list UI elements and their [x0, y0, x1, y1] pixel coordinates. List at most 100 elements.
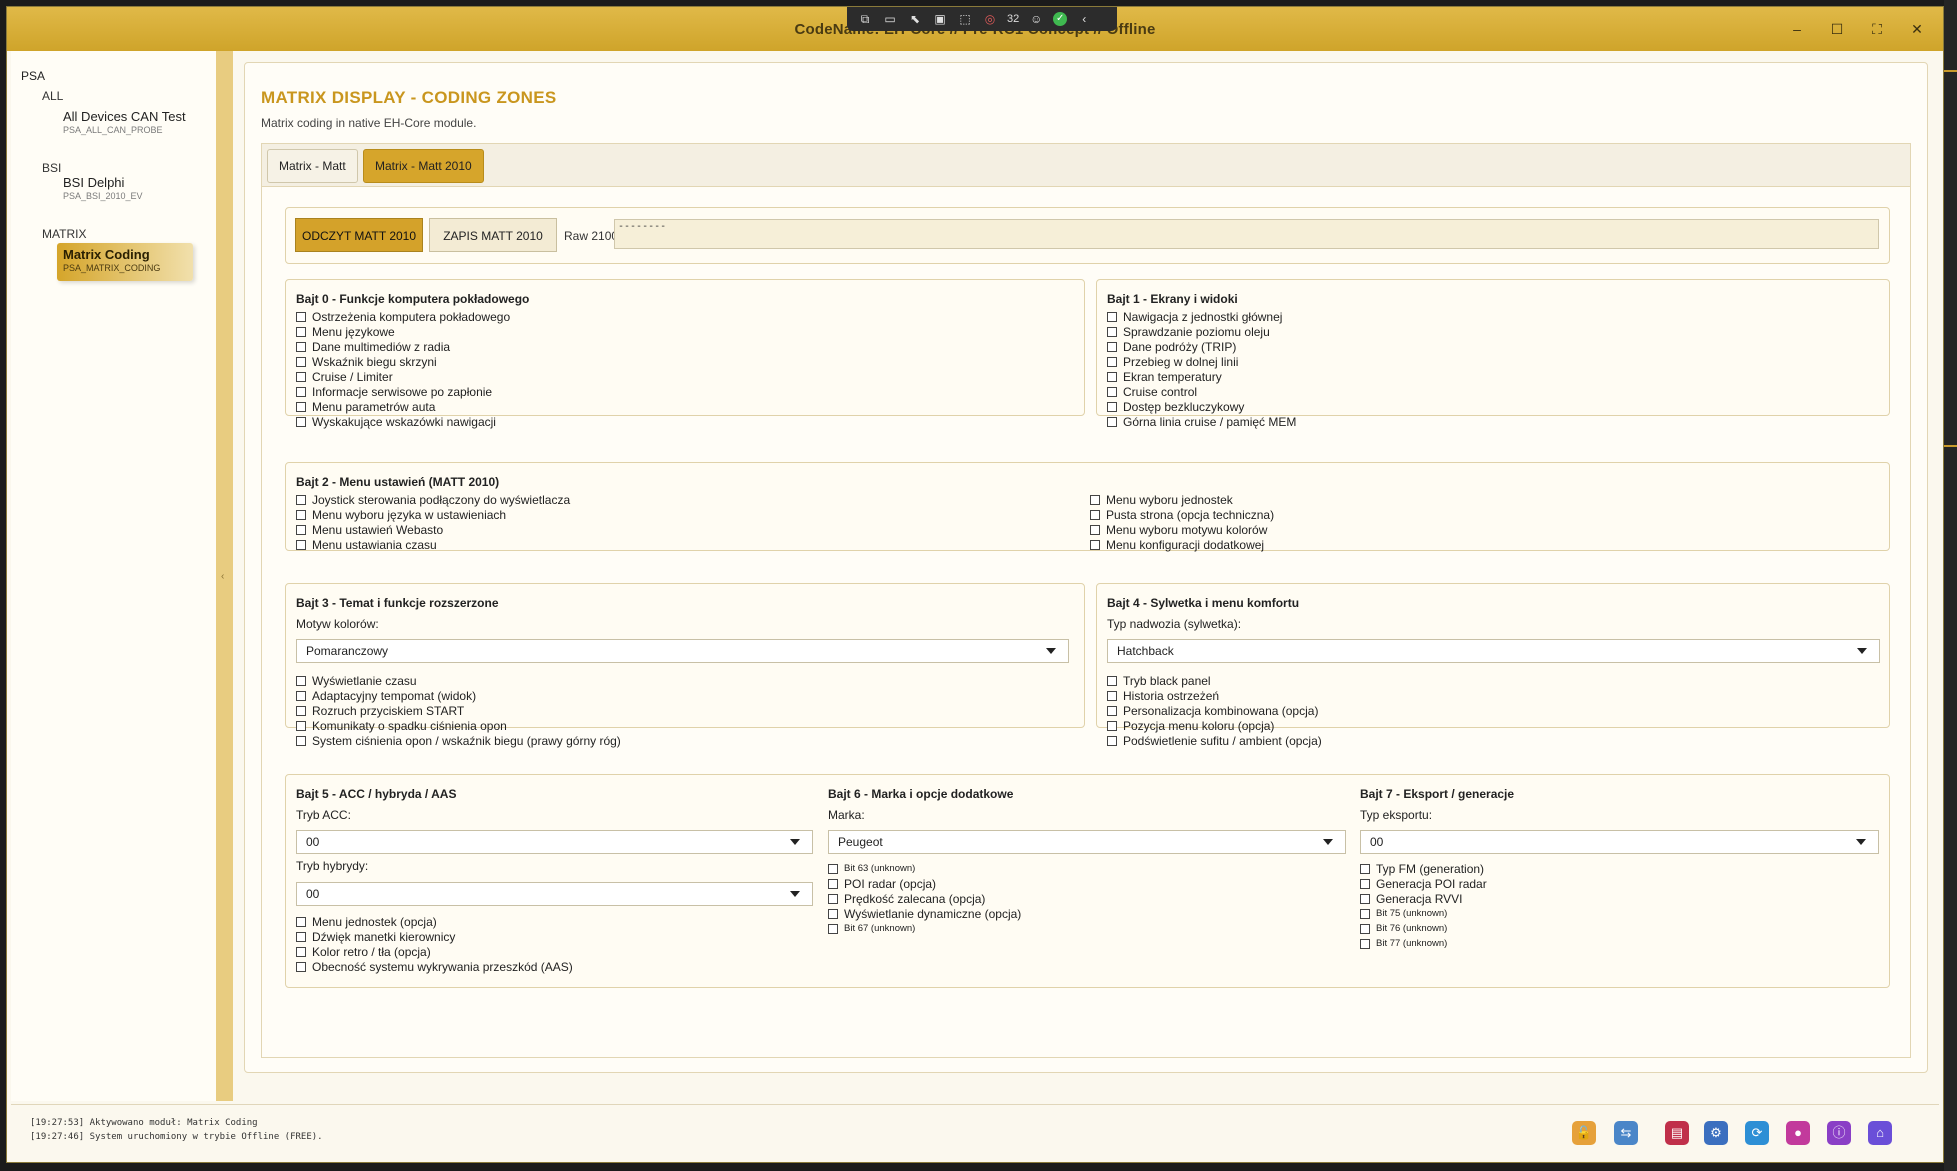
- fullscreen-button[interactable]: ⛶: [1857, 13, 1897, 45]
- byte1-checkbox-row[interactable]: Górna linia cruise / pamięć MEM: [1107, 414, 1296, 429]
- checkbox[interactable]: [1107, 401, 1117, 412]
- checkbox[interactable]: [296, 356, 306, 367]
- hybrid-mode-select[interactable]: 00: [296, 882, 813, 906]
- byte1-checkbox-row[interactable]: Przebieg w dolnej linii: [1107, 354, 1238, 369]
- sidebar-item-bsi-delphi[interactable]: BSI Delphi PSA_BSI_2010_EV: [57, 171, 193, 209]
- tab-matrix-matt-2010[interactable]: Matrix - Matt 2010: [363, 149, 484, 183]
- byte3-checkbox-row[interactable]: Wyświetlanie czasu: [296, 673, 417, 688]
- checkbox[interactable]: [1360, 893, 1370, 904]
- byte3-checkbox-row[interactable]: Rozruch przyciskiem START: [296, 703, 464, 718]
- maximize-button[interactable]: ☐: [1817, 13, 1857, 45]
- checkbox[interactable]: [1360, 908, 1370, 919]
- checkbox[interactable]: [828, 923, 838, 934]
- network-icon[interactable]: ⇆: [1614, 1121, 1638, 1145]
- checkbox[interactable]: [1107, 311, 1117, 322]
- byte3-checkbox-row[interactable]: Komunikaty o spadku ciśnienia opon: [296, 718, 507, 733]
- byte0-checkbox-row[interactable]: Menu językowe: [296, 324, 395, 339]
- pointer-icon[interactable]: ⬉: [907, 12, 923, 26]
- byte1-checkbox-row[interactable]: Cruise control: [1107, 384, 1197, 399]
- sidebar-root-psa[interactable]: PSA: [21, 69, 45, 83]
- byte6-checkbox-row[interactable]: Bit 63 (unknown): [828, 861, 915, 876]
- byte1-checkbox-row[interactable]: Ekran temperatury: [1107, 369, 1222, 384]
- byte0-checkbox-row[interactable]: Ostrzeżenia komputera pokładowego: [296, 309, 510, 324]
- checkbox[interactable]: [1360, 878, 1370, 889]
- checkbox[interactable]: [1090, 509, 1100, 520]
- byte3-checkbox-row[interactable]: Adaptacyjny tempomat (widok): [296, 688, 476, 703]
- byte2-checkbox-row[interactable]: Pusta strona (opcja techniczna): [1090, 507, 1274, 522]
- byte4-checkbox-row[interactable]: Podświetlenie sufitu / ambient (opcja): [1107, 733, 1322, 748]
- checkbox[interactable]: [1107, 326, 1117, 337]
- body-type-select[interactable]: Hatchback: [1107, 639, 1880, 663]
- byte1-checkbox-row[interactable]: Nawigacja z jednostki głównej: [1107, 309, 1282, 324]
- byte2-checkbox-row[interactable]: Menu konfiguracji dodatkowej: [1090, 537, 1264, 552]
- byte0-checkbox-row[interactable]: Informacje serwisowe po zapłonie: [296, 384, 492, 399]
- byte4-checkbox-row[interactable]: Personalizacja kombinowana (opcja): [1107, 703, 1318, 718]
- byte3-checkbox-row[interactable]: System ciśnienia opon / wskaźnik biegu (…: [296, 733, 621, 748]
- checkbox[interactable]: [1360, 938, 1370, 949]
- checkbox[interactable]: [1107, 735, 1117, 746]
- byte5-checkbox-row[interactable]: Obecność systemu wykrywania przeszkód (A…: [296, 959, 573, 974]
- acc-mode-select[interactable]: 00: [296, 830, 813, 854]
- collapse-arrow-icon[interactable]: ‹: [221, 571, 224, 582]
- monitor-icon[interactable]: ▤: [1665, 1121, 1689, 1145]
- byte7-checkbox-row[interactable]: Bit 76 (unknown): [1360, 921, 1447, 936]
- brand-select[interactable]: Peugeot: [828, 830, 1346, 854]
- checkbox[interactable]: [296, 401, 306, 412]
- color-theme-select[interactable]: Pomaranczowy: [296, 639, 1069, 663]
- checkbox[interactable]: [1107, 356, 1117, 367]
- title-bar[interactable]: CodeName: EH-Core // Pre-RC1 Concept // …: [7, 7, 1943, 51]
- byte2-checkbox-row[interactable]: Menu ustawiania czasu: [296, 537, 437, 552]
- checkbox[interactable]: [1107, 720, 1117, 731]
- checkbox[interactable]: [296, 946, 306, 957]
- checkbox[interactable]: [296, 311, 306, 322]
- byte4-checkbox-row[interactable]: Historia ostrzeżeń: [1107, 688, 1219, 703]
- byte6-checkbox-row[interactable]: Bit 67 (unknown): [828, 921, 915, 936]
- byte4-checkbox-row[interactable]: Tryb black panel: [1107, 673, 1211, 688]
- sync-icon[interactable]: ⟳: [1745, 1121, 1769, 1145]
- byte7-checkbox-row[interactable]: Typ FM (generation): [1360, 861, 1484, 876]
- checkbox[interactable]: [828, 908, 838, 919]
- byte0-checkbox-row[interactable]: Cruise / Limiter: [296, 369, 393, 384]
- info-icon[interactable]: ⓘ: [1827, 1121, 1851, 1145]
- checkbox[interactable]: [296, 509, 306, 520]
- sidebar-splitter[interactable]: ‹: [216, 51, 233, 1101]
- byte2-checkbox-row[interactable]: Menu wyboru jednostek: [1090, 492, 1233, 507]
- screenshot-icon[interactable]: ⧉: [857, 12, 873, 26]
- byte1-checkbox-row[interactable]: Dane podróży (TRIP): [1107, 339, 1236, 354]
- byte6-checkbox-row[interactable]: Wyświetlanie dynamiczne (opcja): [828, 906, 1021, 921]
- video-icon[interactable]: ▭: [882, 12, 898, 26]
- checkbox[interactable]: [1090, 539, 1100, 550]
- user-icon[interactable]: ●: [1786, 1121, 1810, 1145]
- home-icon[interactable]: ⌂: [1868, 1121, 1892, 1145]
- checkbox[interactable]: [1107, 705, 1117, 716]
- checkbox[interactable]: [296, 720, 306, 731]
- checkbox[interactable]: [1107, 690, 1117, 701]
- byte7-checkbox-row[interactable]: Generacja POI radar: [1360, 876, 1487, 891]
- checkbox[interactable]: [296, 539, 306, 550]
- byte4-checkbox-row[interactable]: Pozycja menu koloru (opcja): [1107, 718, 1274, 733]
- byte6-checkbox-row[interactable]: POI radar (opcja): [828, 876, 936, 891]
- checkbox[interactable]: [828, 878, 838, 889]
- checkbox[interactable]: [1107, 386, 1117, 397]
- write-button[interactable]: ZAPIS MATT 2010: [429, 218, 557, 252]
- region-icon[interactable]: ⬚: [957, 12, 973, 26]
- checkbox[interactable]: [1107, 416, 1117, 427]
- byte7-checkbox-row[interactable]: Bit 75 (unknown): [1360, 906, 1447, 921]
- byte2-checkbox-row[interactable]: Menu wyboru motywu kolorów: [1090, 522, 1267, 537]
- byte2-checkbox-row[interactable]: Menu ustawień Webasto: [296, 522, 443, 537]
- tab-matrix-matt[interactable]: Matrix - Matt: [267, 149, 358, 183]
- checkbox[interactable]: [1090, 494, 1100, 505]
- byte0-checkbox-row[interactable]: Dane multimediów z radia: [296, 339, 450, 354]
- checkbox[interactable]: [1107, 675, 1117, 686]
- checkbox[interactable]: [1090, 524, 1100, 535]
- byte1-checkbox-row[interactable]: Dostęp bezkluczykowy: [1107, 399, 1244, 414]
- checkbox[interactable]: [296, 326, 306, 337]
- byte5-checkbox-row[interactable]: Dźwięk manetki kierownicy: [296, 929, 455, 944]
- checkbox[interactable]: [1360, 863, 1370, 874]
- sidebar-item-matrix-coding[interactable]: Matrix Coding PSA_MATRIX_CODING: [57, 243, 193, 281]
- byte2-checkbox-row[interactable]: Joystick sterowania podłączony do wyświe…: [296, 492, 570, 507]
- byte1-checkbox-row[interactable]: Sprawdzanie poziomu oleju: [1107, 324, 1270, 339]
- checkbox[interactable]: [296, 371, 306, 382]
- checkbox[interactable]: [296, 916, 306, 927]
- checkbox[interactable]: [1107, 371, 1117, 382]
